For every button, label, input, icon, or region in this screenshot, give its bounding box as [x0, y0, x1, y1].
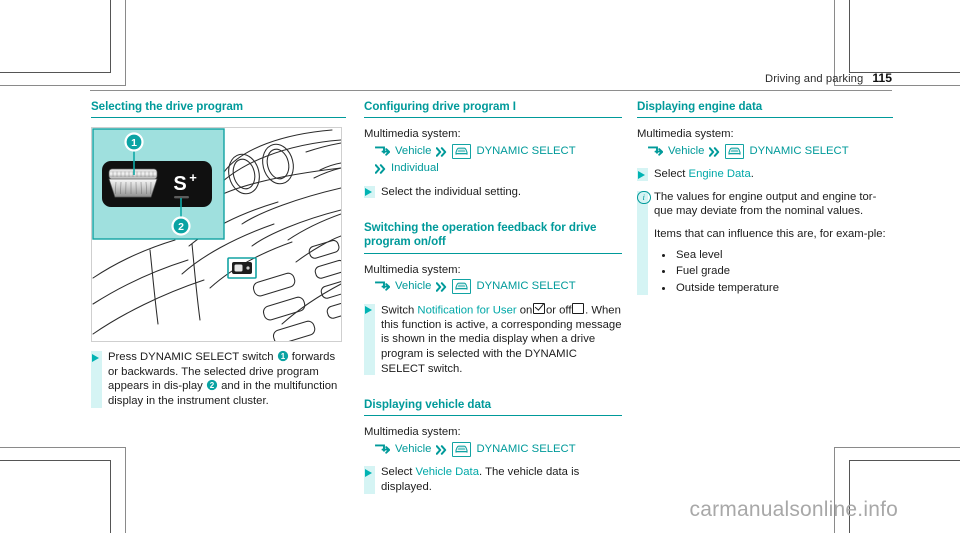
info-icon: i: [637, 190, 651, 205]
list-item: Fuel grade: [654, 263, 893, 280]
instruction-select-engine-data: Select Engine Data.: [637, 167, 893, 182]
heading-configuring-drive-program: Configuring drive program I: [364, 100, 622, 119]
switch-on-label: on: [519, 304, 533, 317]
triangle-bullet-icon-3: [365, 306, 372, 315]
notification-for-user-link[interactable]: Notification for User: [417, 304, 516, 316]
turn-arrow-icon: [375, 146, 390, 156]
triangle-bullet-icon-2: [365, 188, 372, 197]
checkbox-unchecked-icon[interactable]: [572, 302, 585, 315]
heading-displaying-vehicle-data: Displaying vehicle data: [364, 398, 622, 417]
callout-2-icon: 2: [205, 379, 219, 392]
switch-location-highlight: [227, 257, 257, 280]
switch-label: Switch: [381, 304, 415, 317]
engine-data-link[interactable]: Engine Data: [689, 168, 751, 180]
nav-item-dynamic-select-4[interactable]: DYNAMIC SELECT: [749, 144, 848, 159]
dynamic-select-vehicle-icon-4: [725, 144, 745, 159]
watermark: carmanualsonline.info: [689, 498, 898, 521]
switch-off-label: or off: [545, 304, 572, 317]
nav-item-vehicle-1[interactable]: Vehicle: [395, 144, 431, 159]
switch-period: .: [585, 304, 589, 317]
double-chevron-icon-5: [709, 146, 720, 157]
svg-text:2: 2: [178, 221, 184, 233]
vehicle-data-period: .: [478, 466, 483, 479]
instruction-switch-notification: Switch Notification for User on or off. W…: [364, 302, 622, 377]
callout-1-icon: 1: [276, 350, 289, 363]
multimedia-system-label-2: Multimedia system:: [364, 263, 461, 276]
header-title: Driving and parking: [765, 73, 864, 85]
list-item: Sea level: [654, 247, 893, 264]
list-item: Outside temperature: [654, 280, 893, 297]
column-left: Selecting the drive program S + 1 2 Pres…: [91, 100, 346, 409]
running-header: Driving and parking 115: [90, 69, 892, 91]
heading-displaying-engine-data: Displaying engine data: [637, 100, 893, 119]
page-number: 115: [872, 71, 892, 85]
triangle-bullet-icon-5: [638, 170, 645, 179]
crop-mark-bottom-right-2: [849, 460, 960, 533]
vehicle-data-link[interactable]: Vehicle Data: [416, 466, 479, 478]
instruction-select-vehicle-data-text: Select Vehicle Data. The vehicle data is…: [381, 465, 622, 494]
nav-path-configuring-2: Individual: [364, 161, 622, 176]
instruction-switch-notification-text: Switch Notification for User on or off. W…: [381, 302, 622, 377]
instruction-select-engine-data-text: Select Engine Data.: [654, 167, 893, 182]
crop-mark-bottom-left-2: [0, 460, 111, 533]
nav-item-vehicle-3[interactable]: Vehicle: [395, 442, 431, 457]
info-note-engine-values: i The values for engine output and engin…: [637, 190, 893, 297]
nav-path-engine-data: Vehicle DYNAMIC SELECT: [637, 144, 893, 159]
double-chevron-icon-3: [436, 282, 447, 292]
instruction-select-individual-text: Select the individual setting.: [381, 185, 522, 198]
dynamic-select-switch-illustration: S + 1 2: [91, 127, 342, 343]
instruction-text: Press DYNAMIC SELECT switch 1 forwards o…: [108, 350, 346, 408]
nav-item-vehicle-2[interactable]: Vehicle: [395, 279, 431, 294]
nav-item-dynamic-select-3[interactable]: DYNAMIC SELECT: [476, 442, 575, 457]
engine-data-period: .: [750, 168, 754, 181]
crop-mark-top-left-2: [0, 0, 111, 73]
select-label-engine: Select: [654, 168, 686, 181]
turn-arrow-icon-2: [375, 281, 390, 292]
multimedia-system-label-1: Multimedia system:: [364, 128, 461, 141]
nav-item-individual[interactable]: Individual: [391, 161, 439, 176]
dynamic-select-vehicle-icon: [452, 144, 472, 159]
nav-path-feedback: Vehicle DYNAMIC SELECT: [364, 279, 622, 295]
instruction-select-vehicle-data: Select Vehicle Data. The vehicle data is…: [364, 465, 622, 494]
info-note-text-2: Items that can influence this are, for e…: [654, 227, 886, 240]
multimedia-system-label-4: Multimedia system:: [637, 128, 734, 141]
select-label-vehicle: Select: [381, 466, 413, 479]
svg-text:1: 1: [280, 352, 285, 361]
triangle-bullet-icon-4: [365, 468, 372, 477]
double-chevron-icon-2: [375, 164, 386, 174]
nav-item-vehicle-4[interactable]: Vehicle: [668, 144, 704, 159]
dynamic-select-vehicle-icon-3: [452, 442, 472, 458]
info-note-text: The values for engine output and engine …: [654, 190, 877, 218]
triangle-bullet-icon: [92, 353, 99, 362]
turn-arrow-icon-4: [648, 146, 663, 156]
svg-text:1: 1: [131, 137, 137, 149]
heading-selecting-drive-program: Selecting the drive program: [91, 100, 346, 119]
nav-path-configuring: Vehicle DYNAMIC SELECT: [364, 144, 622, 159]
svg-text:+: +: [189, 170, 197, 185]
double-chevron-icon-4: [436, 444, 447, 455]
instruction-select-individual: Select the individual setting.: [364, 185, 622, 200]
influencing-items-list: Sea level Fuel grade Outside temperature: [654, 247, 893, 297]
double-chevron-icon: [436, 146, 447, 157]
nav-item-dynamic-select-1[interactable]: DYNAMIC SELECT: [476, 144, 575, 159]
crop-mark-top-right-2: [849, 0, 960, 73]
column-right: Displaying engine data Multimedia system…: [637, 100, 893, 296]
instruction-press-switch: Press DYNAMIC SELECT switch 1 forwards o…: [91, 350, 346, 408]
heading-switching-operation-feedback: Switching the operation feedback for dri…: [364, 221, 622, 254]
svg-text:2: 2: [210, 381, 215, 390]
switch-detail-inset: S + 1 2: [92, 128, 225, 240]
nav-path-vehicle-data: Vehicle DYNAMIC SELECT: [364, 442, 622, 458]
multimedia-system-label-3: Multimedia system:: [364, 426, 461, 439]
checkbox-checked-icon[interactable]: [533, 302, 545, 315]
nav-item-dynamic-select-2[interactable]: DYNAMIC SELECT: [476, 279, 575, 294]
turn-arrow-icon-3: [375, 444, 390, 454]
instruction-line1-pre: Press DYNAMIC SELECT switch: [108, 351, 274, 364]
svg-text:S: S: [173, 173, 186, 195]
column-middle: Configuring drive program I Multimedia s…: [364, 100, 622, 495]
dynamic-select-vehicle-icon-2: [452, 279, 472, 295]
